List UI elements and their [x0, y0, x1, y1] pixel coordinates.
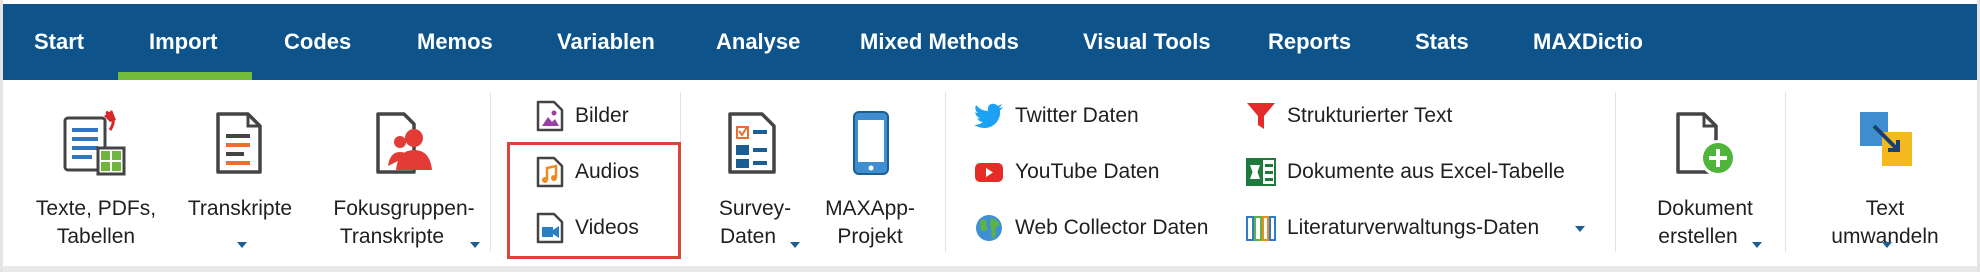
text-label-line1: Text: [1865, 197, 1905, 220]
image-file-icon: [534, 100, 566, 132]
funnel-icon: [1245, 100, 1277, 132]
fokusgruppen-label-line2: Transkripte: [339, 225, 445, 248]
chevron-down-icon[interactable]: [1882, 242, 1892, 248]
maxqda-window: Start Import Codes Memos Variablen Analy…: [0, 0, 1980, 272]
dokument-label-line1: Dokument: [1657, 197, 1753, 220]
convert-text-icon: [1856, 108, 1918, 170]
tab-codes[interactable]: Codes: [284, 4, 351, 80]
strukturierter-text-button[interactable]: Strukturierter Text: [1245, 96, 1575, 136]
youtube-icon: [973, 156, 1005, 188]
tab-start[interactable]: Start: [34, 4, 84, 80]
maxapp-label-line1: MAXApp-: [825, 197, 915, 220]
transkripte-label: Transkripte: [187, 197, 293, 220]
dokument-label-line2: erstellen: [1658, 225, 1738, 248]
literatur-label: Literaturverwaltungs-Daten: [1287, 216, 1540, 239]
focus-group-icon: [374, 108, 434, 178]
tab-maxdictio[interactable]: MAXDictio: [1533, 4, 1643, 80]
youtube-label: YouTube Daten: [1015, 160, 1160, 183]
web-collector-daten-button[interactable]: Web Collector Daten: [973, 208, 1223, 248]
audio-video-highlight-box: [507, 142, 681, 259]
ribbon-separator: [490, 92, 491, 252]
globe-icon: [973, 212, 1005, 244]
chevron-down-icon[interactable]: [470, 242, 480, 248]
chevron-down-icon[interactable]: [1575, 226, 1585, 232]
tab-variablen[interactable]: Variablen: [557, 4, 655, 80]
chevron-down-icon[interactable]: [1752, 242, 1762, 248]
youtube-daten-button[interactable]: YouTube Daten: [973, 152, 1223, 192]
excel-label: Dokumente aus Excel-Tabelle: [1287, 160, 1565, 183]
tab-import[interactable]: Import: [149, 4, 217, 80]
survey-label-line2: Daten: [719, 225, 777, 248]
excel-icon: [1245, 156, 1277, 188]
window-left-edge: [0, 0, 3, 272]
excel-import-button[interactable]: Dokumente aus Excel-Tabelle: [1245, 152, 1595, 192]
ribbon-tab-bar: Start Import Codes Memos Variablen Analy…: [2, 4, 1978, 81]
tab-reports[interactable]: Reports: [1268, 4, 1351, 80]
survey-icon: [726, 108, 780, 178]
documents-pdf-table-icon: [62, 108, 128, 178]
transcript-icon: [214, 108, 264, 178]
tab-mixed-methods[interactable]: Mixed Methods: [860, 4, 1019, 80]
twitter-bird-icon: [973, 100, 1005, 132]
tab-stats[interactable]: Stats: [1415, 4, 1469, 80]
chevron-down-icon[interactable]: [790, 242, 800, 248]
new-document-icon: [1674, 108, 1740, 180]
fokusgruppen-label-line1: Fokusgruppen-: [333, 197, 475, 220]
literaturverwaltung-button[interactable]: Literaturverwaltungs-Daten: [1245, 208, 1595, 248]
ribbon-separator: [945, 92, 946, 252]
tab-visual-tools[interactable]: Visual Tools: [1083, 4, 1211, 80]
web-collector-label: Web Collector Daten: [1015, 216, 1209, 239]
tab-analyse[interactable]: Analyse: [716, 4, 800, 80]
bilder-button[interactable]: Bilder: [534, 96, 674, 136]
transkripte-button[interactable]: [180, 100, 300, 260]
texte-label-line2: Tabellen: [56, 225, 136, 248]
ribbon-separator: [1785, 92, 1786, 252]
ribbon-bottom-edge: [0, 266, 1980, 272]
strukturierter-label: Strukturierter Text: [1287, 104, 1453, 127]
bilder-label: Bilder: [575, 104, 629, 127]
tab-memos[interactable]: Memos: [417, 4, 493, 80]
twitter-daten-button[interactable]: Twitter Daten: [973, 96, 1223, 136]
texte-label-line1: Texte, PDFs,: [35, 197, 157, 220]
ribbon-separator: [1615, 92, 1616, 252]
maxapp-label-line2: Projekt: [837, 225, 903, 248]
bookshelf-icon: [1245, 212, 1277, 244]
survey-label-line1: Survey-: [718, 197, 792, 220]
chevron-down-icon[interactable]: [237, 242, 247, 248]
twitter-label: Twitter Daten: [1015, 104, 1139, 127]
smartphone-icon: [851, 108, 891, 178]
